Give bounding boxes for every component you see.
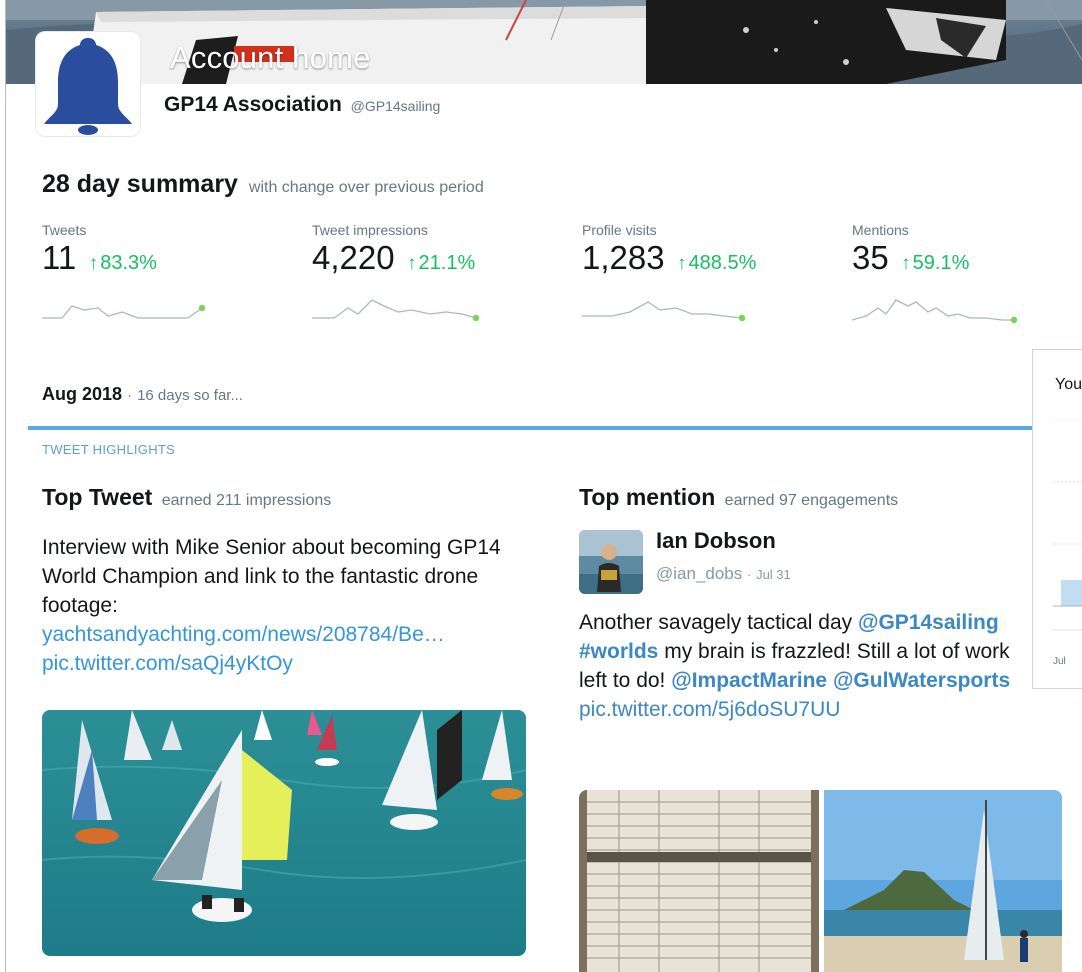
- side-card-chart: [1053, 420, 1082, 631]
- mention-meta-separator: ·: [747, 567, 752, 582]
- sparkline-profile-visits[interactable]: [582, 294, 752, 324]
- metric-profile-visits: Profile visits 1,283 ↑ 488.5%: [582, 222, 822, 277]
- top-tweet-heading: Top Tweet earned 211 impressions: [42, 484, 331, 511]
- arrow-up-icon: ↑: [88, 253, 99, 274]
- period-note: 16 days so far...: [137, 387, 243, 404]
- mention-link-gulwatersports[interactable]: @GulWatersports: [833, 669, 1010, 692]
- top-mention-heading: Top mention earned 97 engagements: [579, 484, 898, 511]
- top-tweet-link[interactable]: yachtsandyachting.com/news/208784/Be…: [42, 620, 542, 649]
- mention-link-gp14[interactable]: @GP14sailing: [858, 611, 999, 634]
- top-tweet-title: Top Tweet: [42, 484, 153, 510]
- metric-change: ↑ 488.5%: [677, 252, 757, 274]
- section-divider: [28, 426, 1038, 430]
- metric-label: Profile visits: [582, 222, 657, 238]
- mention-author-meta: @ian_dobs · Jul 31: [656, 564, 791, 584]
- sparkline-mentions[interactable]: [852, 294, 1027, 328]
- header-banner-image: Account home: [6, 0, 1082, 84]
- mention-date[interactable]: Jul 31: [756, 567, 791, 582]
- sparkline-impressions[interactable]: [312, 294, 487, 324]
- mention-author-handle[interactable]: @ian_dobs: [656, 564, 742, 583]
- summary-subtitle: with change over previous period: [248, 179, 484, 196]
- metric-mentions: Mentions 35 ↑ 59.1%: [852, 222, 1082, 277]
- metric-value: 4,220: [312, 239, 395, 276]
- top-tweet-text: Interview with Mike Senior about becomin…: [42, 536, 501, 617]
- metric-value: 1,283: [582, 239, 665, 276]
- mention-media-image-beach[interactable]: [824, 790, 1062, 972]
- metric-label: Tweet impressions: [312, 222, 428, 238]
- metric-tweets: Tweets 11 ↑ 83.3%: [42, 222, 282, 277]
- page-title: Account home: [170, 40, 371, 75]
- arrow-up-icon: ↑: [677, 253, 687, 274]
- period-heading: Aug 2018 · 16 days so far...: [42, 384, 243, 405]
- metric-change: ↑ 21.1%: [407, 252, 476, 274]
- top-tweet-media-image[interactable]: [42, 710, 526, 956]
- summary-heading: 28 day summary with change over previous…: [42, 170, 484, 199]
- mention-text-part1: Another savagely tactical day: [579, 611, 853, 634]
- metric-tweet-impressions: Tweet impressions 4,220 ↑ 21.1%: [312, 222, 552, 277]
- top-tweet-body: Interview with Mike Senior about becomin…: [42, 533, 542, 678]
- account-handle: @GP14sailing: [350, 98, 441, 114]
- arrow-up-icon: ↑: [407, 253, 417, 274]
- mention-link-impactmarine[interactable]: @ImpactMarine: [671, 669, 827, 692]
- side-card-axis-label: Jul: [1053, 656, 1066, 667]
- metric-label: Mentions: [852, 222, 909, 238]
- window-left-edge: [0, 0, 6, 972]
- analytics-page: Account home GP14 Association @GP14saili…: [0, 0, 1082, 972]
- metric-change: ↑ 59.1%: [901, 252, 970, 274]
- mention-author-avatar[interactable]: [579, 530, 643, 594]
- bell-icon: [36, 32, 140, 136]
- metric-value: 35: [852, 239, 889, 276]
- top-tweet-pic-link[interactable]: pic.twitter.com/saQj4yKtOy: [42, 649, 542, 678]
- metric-label: Tweets: [42, 222, 87, 238]
- side-chart-card: You Jul: [1032, 349, 1082, 689]
- summary-title: 28 day summary: [42, 170, 238, 198]
- arrow-up-icon: ↑: [901, 253, 911, 274]
- sparkline-tweets[interactable]: [42, 294, 212, 324]
- account-name: GP14 Association @GP14sailing: [164, 93, 440, 117]
- mention-author-name[interactable]: Ian Dobson: [656, 528, 776, 554]
- top-tweet-subtitle: earned 211 impressions: [161, 492, 332, 509]
- account-avatar[interactable]: [36, 32, 140, 136]
- metric-change: ↑ 83.3%: [88, 252, 157, 274]
- top-mention-body: Another savagely tactical day @GP14saili…: [579, 608, 1019, 724]
- top-mention-pic-link[interactable]: pic.twitter.com/5j6doSU7UU: [579, 695, 1019, 724]
- period-separator: ·: [127, 387, 133, 404]
- account-display-name: GP14 Association: [164, 93, 342, 116]
- hashtag-link[interactable]: #worlds: [579, 640, 658, 663]
- tweet-highlights-label: TWEET HIGHLIGHTS: [42, 442, 176, 457]
- top-mention-subtitle: earned 97 engagements: [724, 492, 899, 509]
- period-month: Aug 2018: [42, 384, 123, 404]
- top-mention-title: Top mention: [579, 484, 716, 510]
- mention-media-image-results[interactable]: [579, 790, 819, 972]
- metric-value: 11: [42, 239, 77, 276]
- side-card-title: You: [1055, 376, 1082, 393]
